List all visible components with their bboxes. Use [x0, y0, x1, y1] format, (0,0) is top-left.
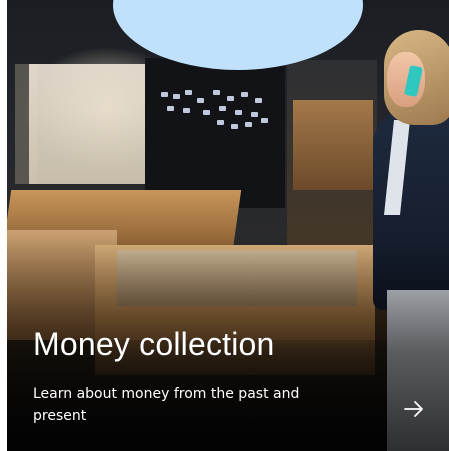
arrow-right-icon[interactable]	[403, 399, 425, 419]
card-title: Money collection	[33, 326, 275, 362]
collection-card[interactable]: Money collection Learn about money from …	[7, 0, 449, 451]
card-description: Learn about money from the past and pres…	[33, 386, 300, 424]
